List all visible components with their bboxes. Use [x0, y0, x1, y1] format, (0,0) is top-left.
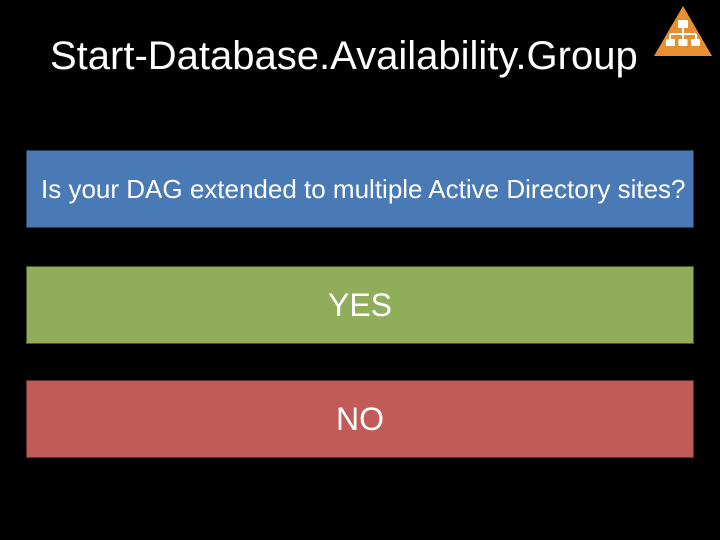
no-label: NO	[336, 401, 384, 438]
yes-label: YES	[328, 287, 392, 324]
question-panel: Is your DAG extended to multiple Active …	[26, 150, 694, 228]
yes-button[interactable]: YES	[26, 266, 694, 344]
question-text: Is your DAG extended to multiple Active …	[41, 174, 686, 205]
page-title: Start-Database.Availability.Group	[50, 34, 650, 79]
hierarchy-icon	[654, 6, 712, 56]
title-text: Start-Database.Availability.Group	[50, 34, 638, 78]
no-button[interactable]: NO	[26, 380, 694, 458]
